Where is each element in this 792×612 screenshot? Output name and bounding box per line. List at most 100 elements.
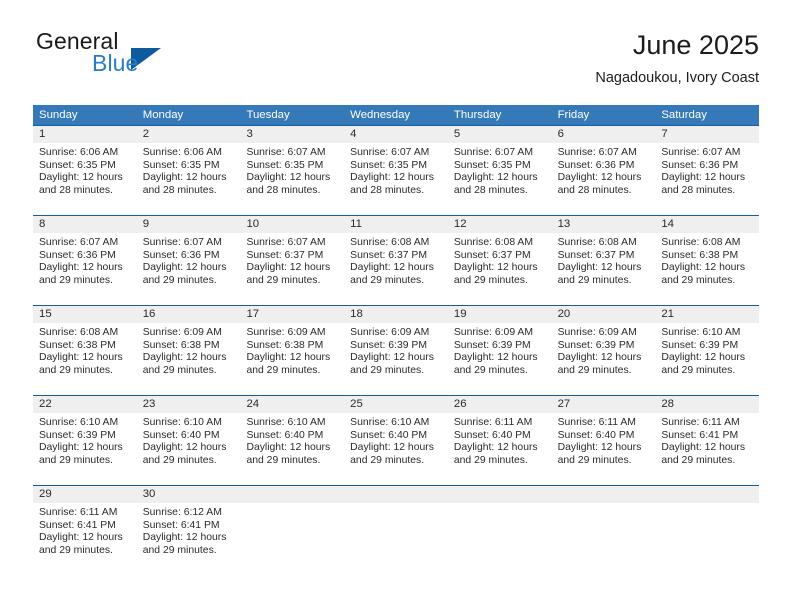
week-row: 1 Sunrise: 6:06 AM Sunset: 6:35 PM Daylight… [33,125,760,215]
sunrise-text: Sunrise: 6:07 AM [661,147,741,158]
daylight-text-line1: Daylight: 12 hours [557,172,642,184]
day-cell[interactable]: 5 Sunrise: 6:07 AM Sunset: 6:35 PM Daylight… [447,126,552,215]
day-cell[interactable]: 21 Sunrise: 6:10 AM Sunset: 6:39 PM Dayligh… [655,306,760,395]
daylight-text-line2: and 29 minutes. [557,274,632,286]
day-details: Sunrise: 6:07 AM Sunset: 6:35 PM Daylight:… [344,143,448,197]
day-cell[interactable]: 22 Sunrise: 6:10 AM Sunset: 6:39 PM Dayligh… [33,396,137,485]
day-cell[interactable]: 4 Sunrise: 6:07 AM Sunset: 6:35 PM Daylight… [344,126,448,215]
weekday-header-monday: Monday [142,109,184,121]
sunset-text: Sunset: 6:38 PM [661,249,739,261]
sunrise-text: Sunrise: 6:07 AM [350,147,430,158]
day-details [344,503,448,507]
day-details: Sunrise: 6:10 AM Sunset: 6:39 PM Daylight:… [655,323,759,377]
day-cell[interactable]: 16 Sunrise: 6:09 AM Sunset: 6:38 PM Dayligh… [136,306,241,395]
day-cell[interactable]: 30 Sunrise: 6:12 AM Sunset: 6:41 PM Dayligh… [136,486,241,575]
week-days: 8 Sunrise: 6:07 AM Sunset: 6:36 PM Daylight… [33,216,760,305]
sunrise-text: Sunrise: 6:12 AM [142,507,222,518]
week-days: 29 Sunrise: 6:11 AM Sunset: 6:41 PM Dayligh… [33,486,760,575]
week-days: 15 Sunrise: 6:08 AM Sunset: 6:38 PM Dayligh… [33,306,760,395]
day-details: Sunrise: 6:11 AM Sunset: 6:41 PM Daylight:… [655,413,759,467]
sunset-text: Sunset: 6:37 PM [557,249,635,261]
day-details: Sunrise: 6:10 AM Sunset: 6:40 PM Daylight:… [240,413,344,467]
day-details [448,503,552,507]
day-cell[interactable]: 18 Sunrise: 6:09 AM Sunset: 6:39 PM Dayligh… [344,306,448,395]
daylight-text-line2: and 29 minutes. [453,454,528,466]
day-cell[interactable]: 10 Sunrise: 6:07 AM Sunset: 6:37 PM Dayligh… [240,216,345,305]
day-number [344,486,448,503]
daylight-text-line2: and 29 minutes. [142,364,217,376]
page-subtitle: Nagadoukou, Ivory Coast [595,70,759,86]
day-details: Sunrise: 6:07 AM Sunset: 6:36 PM Daylight:… [33,233,137,287]
day-cell[interactable]: 13 Sunrise: 6:08 AM Sunset: 6:37 PM Dayligh… [551,216,656,305]
day-cell[interactable]: 17 Sunrise: 6:09 AM Sunset: 6:38 PM Dayligh… [240,306,345,395]
day-number: 16 [136,306,241,323]
daylight-text-line1: Daylight: 12 hours [39,262,123,274]
daylight-text-line1: Daylight: 12 hours [39,442,123,454]
day-cell[interactable]: 9 Sunrise: 6:07 AM Sunset: 6:36 PM Daylight… [136,216,241,305]
day-number [551,486,656,503]
calendar-grid: Sunday Monday Tuesday Wednesday Thursday Frid… [33,105,760,575]
day-details: Sunrise: 6:08 AM Sunset: 6:37 PM Daylight:… [344,233,448,287]
day-details: Sunrise: 6:08 AM Sunset: 6:37 PM Daylight:… [552,233,656,287]
sunrise-text: Sunrise: 6:08 AM [39,327,119,338]
day-number [447,486,552,503]
day-cell[interactable]: 25 Sunrise: 6:10 AM Sunset: 6:40 PM Dayligh… [344,396,448,485]
daylight-text-line1: Daylight: 12 hours [246,262,331,274]
day-number: 24 [240,396,345,413]
day-details: Sunrise: 6:06 AM Sunset: 6:35 PM Daylight:… [33,143,137,197]
day-number: 17 [240,306,345,323]
day-details [240,503,344,507]
day-number: 23 [136,396,241,413]
day-cell[interactable]: 24 Sunrise: 6:10 AM Sunset: 6:40 PM Dayligh… [240,396,345,485]
day-number: 22 [33,396,137,413]
day-cell[interactable]: 7 Sunrise: 6:07 AM Sunset: 6:36 PM Daylight… [655,126,760,215]
daylight-text-line2: and 28 minutes. [39,184,113,196]
day-cell[interactable]: 23 Sunrise: 6:10 AM Sunset: 6:40 PM Dayligh… [136,396,241,485]
sunrise-text: Sunrise: 6:11 AM [557,417,636,428]
sunrise-text: Sunrise: 6:09 AM [557,327,637,338]
daylight-text-line1: Daylight: 12 hours [350,352,434,364]
day-cell[interactable]: 12 Sunrise: 6:08 AM Sunset: 6:37 PM Dayligh… [447,216,552,305]
day-cell[interactable]: 14 Sunrise: 6:08 AM Sunset: 6:38 PM Dayligh… [655,216,760,305]
day-cell[interactable]: 27 Sunrise: 6:11 AM Sunset: 6:40 PM Dayligh… [551,396,656,485]
day-details [655,503,759,507]
daylight-text-line2: and 28 minutes. [246,184,321,196]
sunrise-text: Sunrise: 6:08 AM [661,237,741,248]
day-details: Sunrise: 6:06 AM Sunset: 6:35 PM Daylight:… [137,143,241,197]
sunrise-text: Sunrise: 6:11 AM [39,507,118,518]
sunset-text: Sunset: 6:35 PM [350,159,427,171]
day-cell[interactable]: 20 Sunrise: 6:09 AM Sunset: 6:39 PM Dayligh… [551,306,656,395]
day-number: 1 [33,126,137,143]
day-number: 2 [136,126,241,143]
daylight-text-line1: Daylight: 12 hours [557,262,642,274]
sunrise-text: Sunrise: 6:06 AM [142,147,222,158]
day-cell[interactable]: 11 Sunrise: 6:08 AM Sunset: 6:37 PM Dayligh… [344,216,448,305]
sunset-text: Sunset: 6:35 PM [246,159,324,171]
day-cell[interactable]: 8 Sunrise: 6:07 AM Sunset: 6:36 PM Daylight… [33,216,137,305]
day-cell[interactable]: 19 Sunrise: 6:09 AM Sunset: 6:39 PM Dayligh… [447,306,552,395]
day-number: 3 [240,126,345,143]
day-cell[interactable]: 3 Sunrise: 6:07 AM Sunset: 6:35 PM Daylight… [240,126,345,215]
day-cell[interactable]: 26 Sunrise: 6:11 AM Sunset: 6:40 PM Dayligh… [447,396,552,485]
week-row: 8 Sunrise: 6:07 AM Sunset: 6:36 PM Daylight… [33,215,760,305]
day-cell[interactable]: 15 Sunrise: 6:08 AM Sunset: 6:38 PM Dayligh… [33,306,137,395]
day-number: 9 [136,216,241,233]
sunset-text: Sunset: 6:39 PM [39,429,116,441]
day-cell[interactable]: 2 Sunrise: 6:06 AM Sunset: 6:35 PM Daylight… [136,126,241,215]
sunset-text: Sunset: 6:39 PM [453,339,531,351]
daylight-text-line2: and 29 minutes. [142,274,217,286]
sunrise-text: Sunrise: 6:08 AM [453,237,534,248]
day-cell[interactable]: 6 Sunrise: 6:07 AM Sunset: 6:36 PM Daylight… [551,126,656,215]
sunset-text: Sunset: 6:37 PM [350,249,427,261]
day-cell[interactable]: 28 Sunrise: 6:11 AM Sunset: 6:41 PM Dayligh… [655,396,760,485]
sunrise-text: Sunrise: 6:11 AM [661,417,740,428]
week-row: 29 Sunrise: 6:11 AM Sunset: 6:41 PM Dayligh… [33,485,760,575]
day-cell[interactable]: 29 Sunrise: 6:11 AM Sunset: 6:41 PM Dayligh… [33,486,137,575]
sunset-text: Sunset: 6:40 PM [557,429,635,441]
day-number: 21 [655,306,760,323]
daylight-text-line2: and 29 minutes. [246,364,321,376]
day-details: Sunrise: 6:08 AM Sunset: 6:37 PM Daylight:… [448,233,552,287]
sunset-text: Sunset: 6:35 PM [142,159,220,171]
day-cell[interactable]: 1 Sunrise: 6:06 AM Sunset: 6:35 PM Daylight… [33,126,137,215]
day-number [655,486,760,503]
